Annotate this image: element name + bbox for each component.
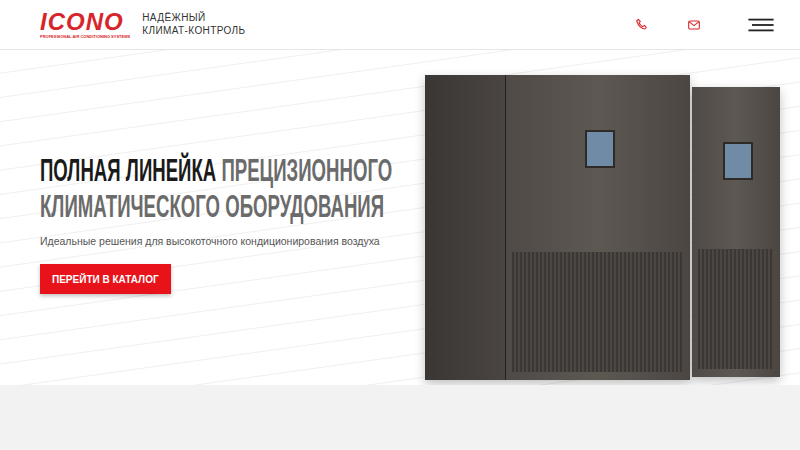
mail-icon[interactable] — [686, 17, 702, 33]
heading-segment: ПОЛНАЯ ЛИНЕЙКА — [40, 153, 216, 189]
tagline-line: НАДЁЖНЫЙ — [142, 12, 245, 25]
tagline: НАДЁЖНЫЙКЛИМАТ-КОНТРОЛЬ — [142, 12, 245, 37]
cabinet-small — [692, 87, 780, 377]
menu-icon[interactable] — [748, 16, 774, 34]
cabinet-large — [425, 75, 690, 380]
logo-name: ICONO — [40, 10, 130, 34]
phone-icon[interactable] — [634, 17, 650, 33]
catalog-button[interactable]: ПЕРЕЙТИ В КАТАЛОГ — [40, 264, 171, 294]
logo-subtitle: PROFESSIONAL AIR CONDITIONING SYSTEMS — [40, 35, 130, 39]
page: ICONOPROFESSIONAL AIR CONDITIONING SYSTE… — [0, 0, 800, 450]
header-actions — [634, 16, 774, 34]
heading-segment: КЛИМАТИЧЕСКОГО ОБОРУДОВАНИЯ — [40, 189, 384, 225]
heading-line: КЛИМАТИЧЕСКОГО ОБОРУДОВАНИЯ — [40, 189, 400, 225]
header: ICONOPROFESSIONAL AIR CONDITIONING SYSTE… — [0, 0, 800, 50]
hero-heading: ПОЛНАЯ ЛИНЕЙКАПРЕЦИЗИОННОГОКЛИМАТИЧЕСКОГ… — [40, 153, 400, 225]
heading-segment: ПРЕЦИЗИОННОГО — [221, 153, 392, 189]
hero-subtitle: Идеальные решения для высокоточного конд… — [40, 235, 385, 247]
brand[interactable]: ICONOPROFESSIONAL AIR CONDITIONING SYSTE… — [40, 10, 246, 39]
tagline-line: КЛИМАТ-КОНТРОЛЬ — [142, 25, 245, 38]
logo[interactable]: ICONOPROFESSIONAL AIR CONDITIONING SYSTE… — [40, 10, 130, 39]
bottom-band — [0, 385, 800, 450]
heading-line: ПОЛНАЯ ЛИНЕЙКАПРЕЦИЗИОННОГО — [40, 153, 400, 189]
